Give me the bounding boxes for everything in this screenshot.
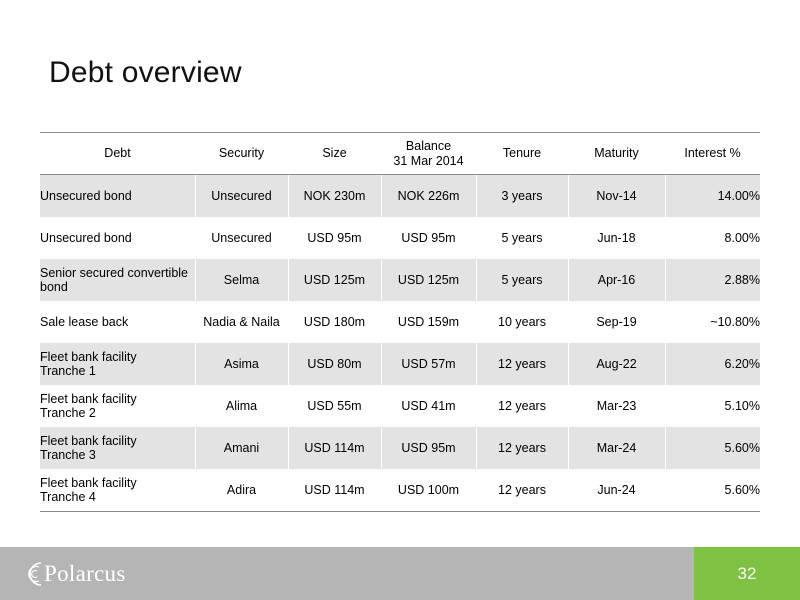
footer-bar: Polarcus 32 — [0, 547, 800, 600]
debt-name-line: Fleet bank facility — [40, 476, 137, 490]
debt-name-line: Unsecured bond — [40, 189, 132, 203]
cell-maturity: Sep-19 — [567, 301, 665, 343]
table-row: Unsecured bond Unsecured NOK 230m NOK 226m 3… — [40, 174, 760, 217]
cell-interest: 8.00% — [664, 217, 760, 259]
cell-maturity: Mar-24 — [567, 427, 665, 469]
cell-tenure: 10 years — [475, 301, 568, 343]
table-row: Fleet bank facility Tranche 4 Adira USD 114… — [40, 469, 760, 512]
cell-maturity: Mar-23 — [567, 385, 665, 427]
header-size: Size — [288, 132, 381, 175]
table-row: Sale lease back Nadia & Naila USD 180m USD … — [40, 301, 760, 343]
cell-size: USD 80m — [287, 343, 381, 385]
table-header-row: Debt Security Size Balance 31 Mar 2014 T… — [40, 132, 760, 175]
cell-security: Unsecured — [194, 174, 288, 217]
cell-size: NOK 230m — [287, 174, 381, 217]
cell-debt: Fleet bank facility Tranche 2 — [40, 385, 195, 427]
cell-security: Amani — [194, 427, 288, 469]
polarcus-arc-logo-icon — [28, 562, 42, 586]
debt-name-line: Fleet bank facility — [40, 434, 137, 448]
cell-debt: Unsecured bond — [40, 217, 195, 259]
cell-security: Unsecured — [194, 217, 288, 259]
cell-size: USD 55m — [287, 385, 381, 427]
cell-tenure: 5 years — [475, 217, 568, 259]
debt-name-line: Sale lease back — [40, 315, 129, 329]
cell-security: Adira — [194, 469, 288, 512]
debt-name-line: Tranche 1 — [40, 364, 96, 378]
cell-security: Asima — [194, 343, 288, 385]
cell-balance: USD 41m — [380, 385, 476, 427]
cell-debt: Fleet bank facility Tranche 3 — [40, 427, 195, 469]
cell-tenure: 12 years — [475, 343, 568, 385]
cell-interest: 5.10% — [664, 385, 760, 427]
table-row: Unsecured bond Unsecured USD 95m USD 95m 5 y… — [40, 217, 760, 259]
debt-name-line: Fleet bank facility — [40, 392, 137, 406]
cell-size: USD 114m — [287, 469, 381, 512]
cell-security: Alima — [194, 385, 288, 427]
cell-balance: NOK 226m — [380, 174, 476, 217]
debt-name-line: Senior secured convertible — [40, 266, 188, 280]
cell-interest: 5.60% — [664, 427, 760, 469]
cell-debt: Sale lease back — [40, 301, 195, 343]
cell-tenure: 12 years — [475, 385, 568, 427]
cell-maturity: Aug-22 — [567, 343, 665, 385]
table-row: Senior secured convertible bond Selma USD 1… — [40, 259, 760, 301]
cell-maturity: Jun-18 — [567, 217, 665, 259]
debt-table-body: Unsecured bond Unsecured NOK 230m NOK 226m 3… — [40, 174, 760, 512]
cell-tenure: 12 years — [475, 427, 568, 469]
cell-security: Nadia & Naila — [194, 301, 288, 343]
debt-name-line: Tranche 4 — [40, 490, 96, 504]
header-interest: Interest % — [665, 132, 760, 175]
debt-name-line: Tranche 3 — [40, 448, 96, 462]
cell-tenure: 12 years — [475, 469, 568, 512]
header-debt: Debt — [40, 132, 195, 175]
cell-size: USD 95m — [287, 217, 381, 259]
debt-table: Debt Security Size Balance 31 Mar 2014 T… — [40, 132, 760, 512]
cell-size: USD 114m — [287, 427, 381, 469]
debt-name-line: bond — [40, 280, 68, 294]
debt-name-line: Fleet bank facility — [40, 350, 137, 364]
table-row: Fleet bank facility Tranche 3 Amani USD 114… — [40, 427, 760, 469]
cell-maturity: Nov-14 — [567, 174, 665, 217]
cell-balance: USD 95m — [380, 427, 476, 469]
cell-tenure: 5 years — [475, 259, 568, 301]
cell-security: Selma — [194, 259, 288, 301]
header-balance-line2: 31 Mar 2014 — [393, 153, 464, 168]
header-maturity: Maturity — [568, 132, 665, 175]
header-balance-line1: Balance — [405, 138, 452, 153]
cell-balance: USD 159m — [380, 301, 476, 343]
cell-size: USD 125m — [287, 259, 381, 301]
cell-maturity: Jun-24 — [567, 469, 665, 512]
cell-interest: 5.60% — [664, 469, 760, 512]
table-row: Fleet bank facility Tranche 1 Asima USD 80m… — [40, 343, 760, 385]
header-balance: Balance 31 Mar 2014 — [381, 132, 476, 175]
cell-debt: Unsecured bond — [40, 174, 195, 217]
cell-balance: USD 95m — [380, 217, 476, 259]
logo-wordmark: Polarcus — [44, 561, 126, 586]
cell-tenure: 3 years — [475, 174, 568, 217]
cell-balance: USD 125m — [380, 259, 476, 301]
cell-interest: 6.20% — [664, 343, 760, 385]
slide-title: Debt overview — [49, 56, 242, 89]
cell-debt: Fleet bank facility Tranche 1 — [40, 343, 195, 385]
header-tenure: Tenure — [476, 132, 568, 175]
cell-size: USD 180m — [287, 301, 381, 343]
cell-interest: 2.88% — [664, 259, 760, 301]
cell-debt: Senior secured convertible bond — [40, 259, 195, 301]
cell-balance: USD 57m — [380, 343, 476, 385]
header-security: Security — [195, 132, 288, 175]
debt-name-line: Unsecured bond — [40, 231, 132, 245]
page-number: 32 — [694, 547, 800, 600]
table-row: Fleet bank facility Tranche 2 Alima USD 55m… — [40, 385, 760, 427]
cell-interest: 14.00% — [664, 174, 760, 217]
cell-balance: USD 100m — [380, 469, 476, 512]
debt-name-line: Tranche 2 — [40, 406, 96, 420]
polarcus-logo: Polarcus — [26, 560, 126, 588]
cell-maturity: Apr-16 — [567, 259, 665, 301]
cell-interest: ~10.80% — [664, 301, 760, 343]
cell-debt: Fleet bank facility Tranche 4 — [40, 469, 195, 512]
